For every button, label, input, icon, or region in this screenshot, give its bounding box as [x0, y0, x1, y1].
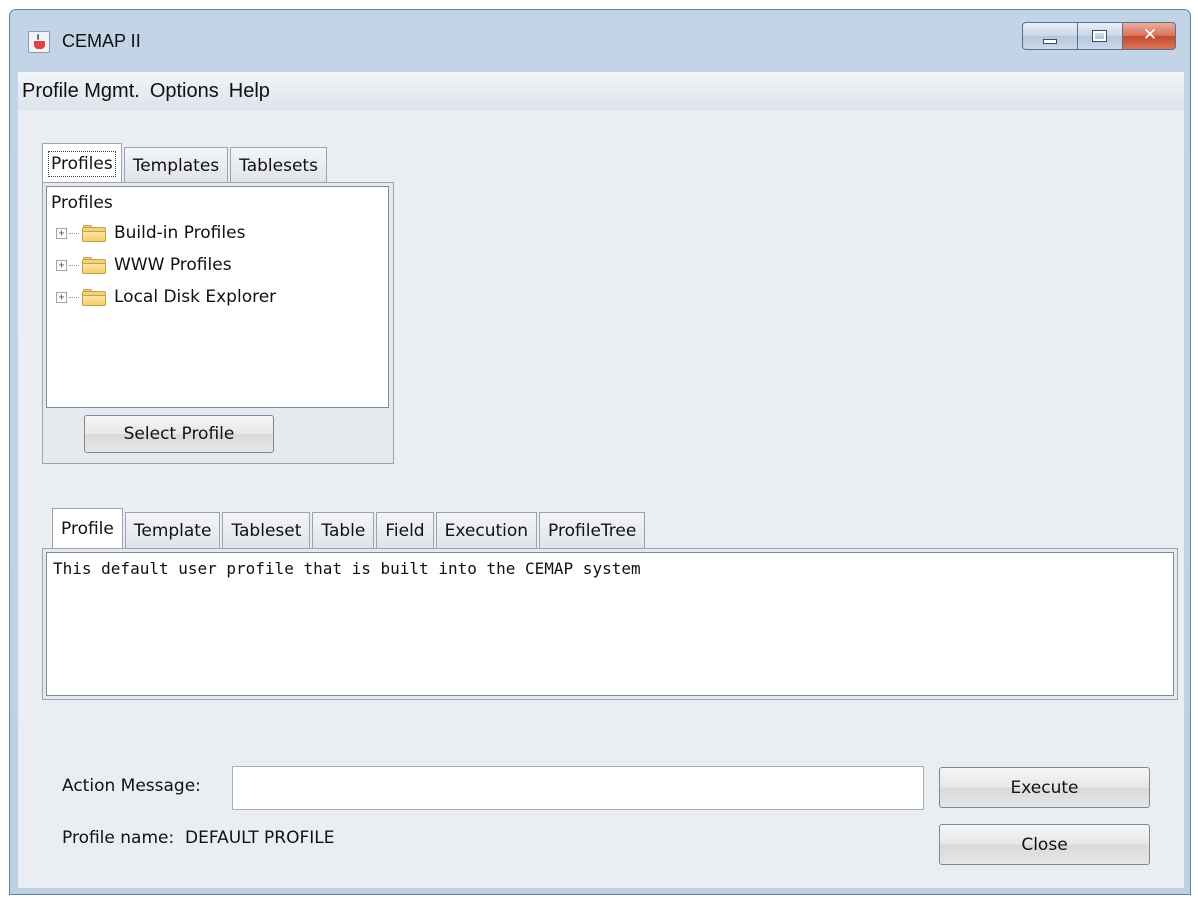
tab-field[interactable]: Field [376, 512, 434, 548]
menu-profile-mgmt[interactable]: Profile Mgmt. [20, 80, 146, 103]
tree-node-build-in-profiles[interactable]: + Build-in Profiles [56, 221, 245, 245]
folder-icon [82, 256, 106, 274]
execute-button[interactable]: Execute [939, 767, 1150, 808]
tab-profile[interactable]: Profile [52, 508, 123, 548]
tab-profiles[interactable]: Profiles [42, 143, 122, 183]
profile-detail-panel: This default user profile that is built … [42, 548, 1178, 700]
tab-profiletree[interactable]: ProfileTree [539, 512, 646, 548]
tab-execution[interactable]: Execution [435, 512, 538, 548]
close-window-button[interactable]: ✕ [1122, 22, 1176, 50]
window-title: CEMAP II [62, 31, 141, 51]
maximize-button[interactable] [1078, 22, 1122, 50]
menu-options[interactable]: Options [148, 80, 225, 103]
tab-tablesets[interactable]: Tablesets [230, 147, 327, 183]
profile-name-value: DEFAULT PROFILE [185, 828, 335, 848]
detail-tabs: Profile Template Tableset Table Field Ex… [52, 508, 647, 548]
tab-templates[interactable]: Templates [123, 147, 229, 183]
close-button[interactable]: Close [939, 824, 1150, 865]
window-controls: ✕ [1022, 22, 1176, 50]
minimize-button[interactable] [1022, 22, 1078, 50]
client-area: Profiles Templates Tablesets Profiles + … [18, 110, 1184, 888]
select-profile-button[interactable]: Select Profile [84, 415, 274, 453]
app-window: CEMAP II ✕ Profile Mgmt. Options Help Pr… [9, 9, 1191, 895]
plus-expander-icon[interactable]: + [56, 227, 67, 239]
menu-bar: Profile Mgmt. Options Help [18, 72, 1184, 110]
tab-tableset[interactable]: Tableset [222, 512, 311, 548]
action-message-input[interactable] [232, 766, 924, 810]
menu-help[interactable]: Help [227, 80, 276, 103]
top-tabs: Profiles Templates Tablesets [42, 143, 329, 183]
profile-tree[interactable]: Profiles + Build-in Profiles + WWW Profi… [46, 186, 389, 408]
tab-table[interactable]: Table [312, 512, 375, 548]
close-icon: ✕ [1142, 25, 1158, 45]
tab-template[interactable]: Template [124, 512, 221, 548]
profile-description-text[interactable]: This default user profile that is built … [46, 552, 1174, 696]
tree-root-profiles[interactable]: Profiles [51, 193, 113, 213]
profile-name-label: Profile name: DEFAULT PROFILE [62, 828, 335, 848]
tree-node-local-disk-explorer[interactable]: + Local Disk Explorer [56, 285, 276, 309]
maximize-icon [1092, 30, 1107, 42]
folder-icon [82, 288, 106, 306]
action-message-label: Action Message: [62, 776, 201, 796]
folder-icon [82, 224, 106, 242]
title-bar[interactable]: CEMAP II ✕ [10, 10, 1190, 72]
minimize-icon [1043, 39, 1057, 44]
tree-node-www-profiles[interactable]: + WWW Profiles [56, 253, 232, 277]
plus-expander-icon[interactable]: + [56, 291, 67, 303]
profiles-panel: Profiles + Build-in Profiles + WWW Profi… [42, 182, 394, 464]
plus-expander-icon[interactable]: + [56, 259, 67, 271]
java-cup-icon[interactable] [28, 31, 50, 53]
